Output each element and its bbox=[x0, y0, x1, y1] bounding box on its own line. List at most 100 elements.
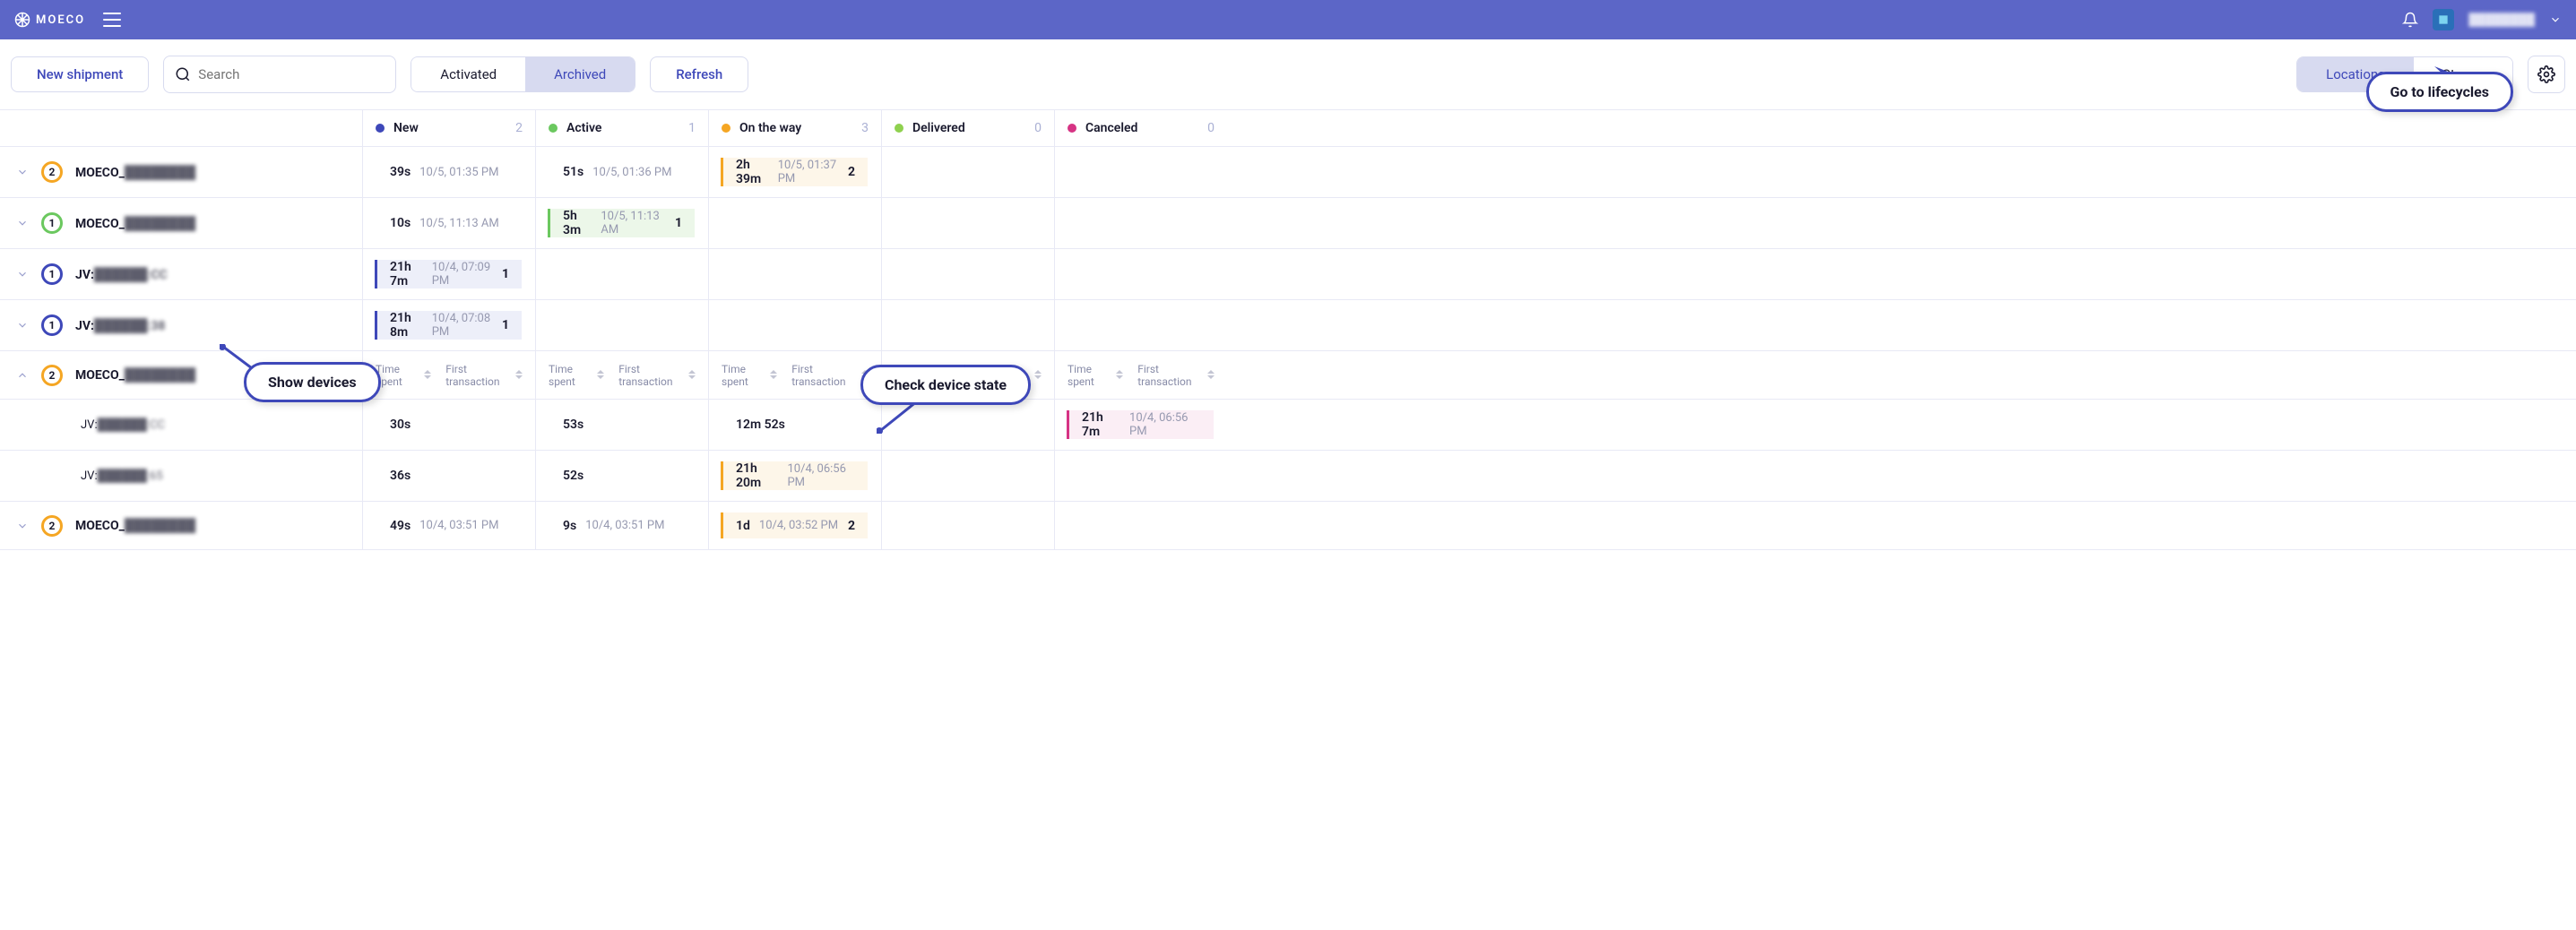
sort-first-transaction[interactable]: First transaction bbox=[445, 363, 523, 388]
sort-time-spent[interactable]: Time spent bbox=[722, 363, 777, 388]
status-filter: Activated Archived bbox=[411, 56, 635, 92]
expand-icon[interactable] bbox=[16, 319, 29, 332]
time-spent: 1d bbox=[736, 519, 750, 533]
refresh-button[interactable]: Refresh bbox=[650, 56, 748, 92]
timestamp: 10/5, 11:13 AM bbox=[419, 217, 499, 230]
column-delivered[interactable]: Delivered 0 bbox=[881, 110, 1054, 146]
brand-logo[interactable]: MOECO bbox=[14, 12, 85, 28]
expand-icon[interactable] bbox=[16, 268, 29, 280]
menu-icon[interactable] bbox=[103, 13, 121, 27]
table-row: 1 MOECO_████████ 10s 10/5, 11:13 AM 5h 3… bbox=[0, 198, 2576, 249]
time-spent: 2h 39m bbox=[736, 158, 769, 186]
device-row: JV:██████:CC 30s 53s 12m 52s 21h 7m 10/4… bbox=[0, 400, 2576, 451]
time-spent: 21h 8m bbox=[390, 311, 423, 340]
dot-icon bbox=[549, 124, 558, 133]
shipment-name[interactable]: JV:██████:CC bbox=[75, 267, 168, 282]
sort-first-transaction[interactable]: First transaction bbox=[618, 363, 696, 388]
timestamp: 10/4, 03:52 PM bbox=[759, 519, 838, 532]
dot-icon bbox=[1068, 124, 1076, 133]
time-spent: 30s bbox=[390, 418, 411, 432]
status-badge: 1 bbox=[41, 212, 63, 234]
expand-icon[interactable] bbox=[16, 217, 29, 229]
callout-show-devices: Show devices bbox=[244, 362, 381, 402]
dot-icon bbox=[895, 124, 903, 133]
search-icon bbox=[175, 66, 191, 82]
timestamp: 10/5, 11:13 AM bbox=[601, 210, 666, 237]
shipment-name[interactable]: MOECO_████████ bbox=[75, 367, 195, 383]
time-spent: 52s bbox=[563, 469, 583, 483]
device-name[interactable]: JV:██████:65 bbox=[81, 469, 163, 483]
time-spent: 21h 7m bbox=[390, 260, 423, 288]
settings-button[interactable] bbox=[2528, 56, 2565, 93]
cell-count: 2 bbox=[848, 519, 855, 533]
sort-time-spent[interactable]: Time spent bbox=[549, 363, 604, 388]
expand-icon[interactable] bbox=[16, 166, 29, 178]
sort-first-transaction[interactable]: First transaction bbox=[1137, 363, 1215, 388]
cell-count: 1 bbox=[502, 267, 509, 281]
shipments-table: New 2 Active 1 On the way 3 Delivered 0 … bbox=[0, 110, 2576, 550]
timestamp: 10/5, 01:36 PM bbox=[592, 166, 671, 179]
cell-count: 1 bbox=[675, 216, 682, 230]
toolbar: New shipment Activated Archived Refresh … bbox=[0, 39, 2576, 110]
callout-lifecycles: Go to lifecycles bbox=[2366, 72, 2514, 112]
top-nav: MOECO ████████ bbox=[0, 0, 2576, 39]
timestamp: 10/4, 07:09 PM bbox=[432, 261, 493, 288]
timestamp: 10/4, 03:51 PM bbox=[585, 519, 664, 532]
cell-count: 2 bbox=[848, 165, 855, 179]
sort-time-spent[interactable]: Time spent bbox=[376, 363, 431, 388]
avatar[interactable] bbox=[2433, 9, 2454, 30]
time-spent: 21h 7m bbox=[1082, 410, 1120, 439]
time-spent: 36s bbox=[390, 469, 411, 483]
search-input[interactable] bbox=[198, 66, 385, 82]
new-shipment-button[interactable]: New shipment bbox=[11, 56, 149, 92]
status-badge: 2 bbox=[41, 515, 63, 537]
device-row: JV:██████:65 36s 52s 21h 20m 10/4, 06:56… bbox=[0, 451, 2576, 502]
column-headers: New 2 Active 1 On the way 3 Delivered 0 … bbox=[0, 110, 2576, 147]
column-on-the-way[interactable]: On the way 3 bbox=[708, 110, 881, 146]
shipment-name[interactable]: MOECO_████████ bbox=[75, 518, 195, 533]
status-badge: 1 bbox=[41, 314, 63, 336]
status-badge: 2 bbox=[41, 161, 63, 183]
column-new[interactable]: New 2 bbox=[362, 110, 535, 146]
timestamp: 10/4, 03:51 PM bbox=[419, 519, 498, 532]
gear-icon bbox=[2537, 65, 2555, 83]
search-field[interactable] bbox=[163, 56, 396, 93]
table-row: 2 MOECO_████████ 49s 10/4, 03:51 PM 9s 1… bbox=[0, 502, 2576, 550]
notifications-icon[interactable] bbox=[2402, 12, 2418, 28]
column-active[interactable]: Active 1 bbox=[535, 110, 708, 146]
logo-icon bbox=[14, 12, 30, 28]
column-canceled[interactable]: Canceled 0 bbox=[1054, 110, 1227, 146]
time-spent: 12m 52s bbox=[736, 418, 785, 432]
dot-icon bbox=[376, 124, 385, 133]
dot-icon bbox=[722, 124, 730, 133]
timestamp: 10/5, 01:37 PM bbox=[778, 159, 839, 185]
shipment-name[interactable]: MOECO_████████ bbox=[75, 216, 195, 231]
timestamp: 10/4, 06:56 PM bbox=[787, 462, 855, 489]
expand-icon[interactable] bbox=[16, 369, 29, 382]
sort-time-spent[interactable]: Time spent bbox=[1068, 363, 1123, 388]
status-badge: 1 bbox=[41, 263, 63, 285]
time-spent: 39s bbox=[390, 165, 411, 179]
time-spent: 53s bbox=[563, 418, 583, 432]
device-name[interactable]: JV:██████:CC bbox=[81, 418, 165, 432]
expand-icon[interactable] bbox=[16, 520, 29, 532]
time-spent: 51s bbox=[563, 165, 583, 179]
timestamp: 10/4, 06:56 PM bbox=[1129, 411, 1201, 438]
shipment-name[interactable]: MOECO_████████ bbox=[75, 165, 195, 180]
tab-activated[interactable]: Activated bbox=[411, 57, 525, 91]
table-row: 1 JV:██████:CC 21h 7m 10/4, 07:09 PM 1 bbox=[0, 249, 2576, 300]
status-badge: 2 bbox=[41, 365, 63, 386]
callout-check-state: Check device state bbox=[860, 365, 1031, 405]
chevron-down-icon[interactable] bbox=[2549, 13, 2562, 26]
username: ████████ bbox=[2468, 13, 2535, 27]
sort-first-transaction[interactable]: First transaction bbox=[791, 363, 869, 388]
table-row: 1 JV:██████:38 21h 8m 10/4, 07:08 PM 1 bbox=[0, 300, 2576, 351]
time-spent: 21h 20m bbox=[736, 461, 778, 490]
time-spent: 49s bbox=[390, 519, 411, 533]
shipment-name[interactable]: JV:██████:38 bbox=[75, 318, 165, 333]
timestamp: 10/4, 07:08 PM bbox=[432, 312, 493, 339]
cell-count: 1 bbox=[502, 318, 509, 332]
time-spent: 10s bbox=[390, 216, 411, 230]
timestamp: 10/5, 01:35 PM bbox=[419, 166, 498, 179]
tab-archived[interactable]: Archived bbox=[525, 57, 635, 91]
